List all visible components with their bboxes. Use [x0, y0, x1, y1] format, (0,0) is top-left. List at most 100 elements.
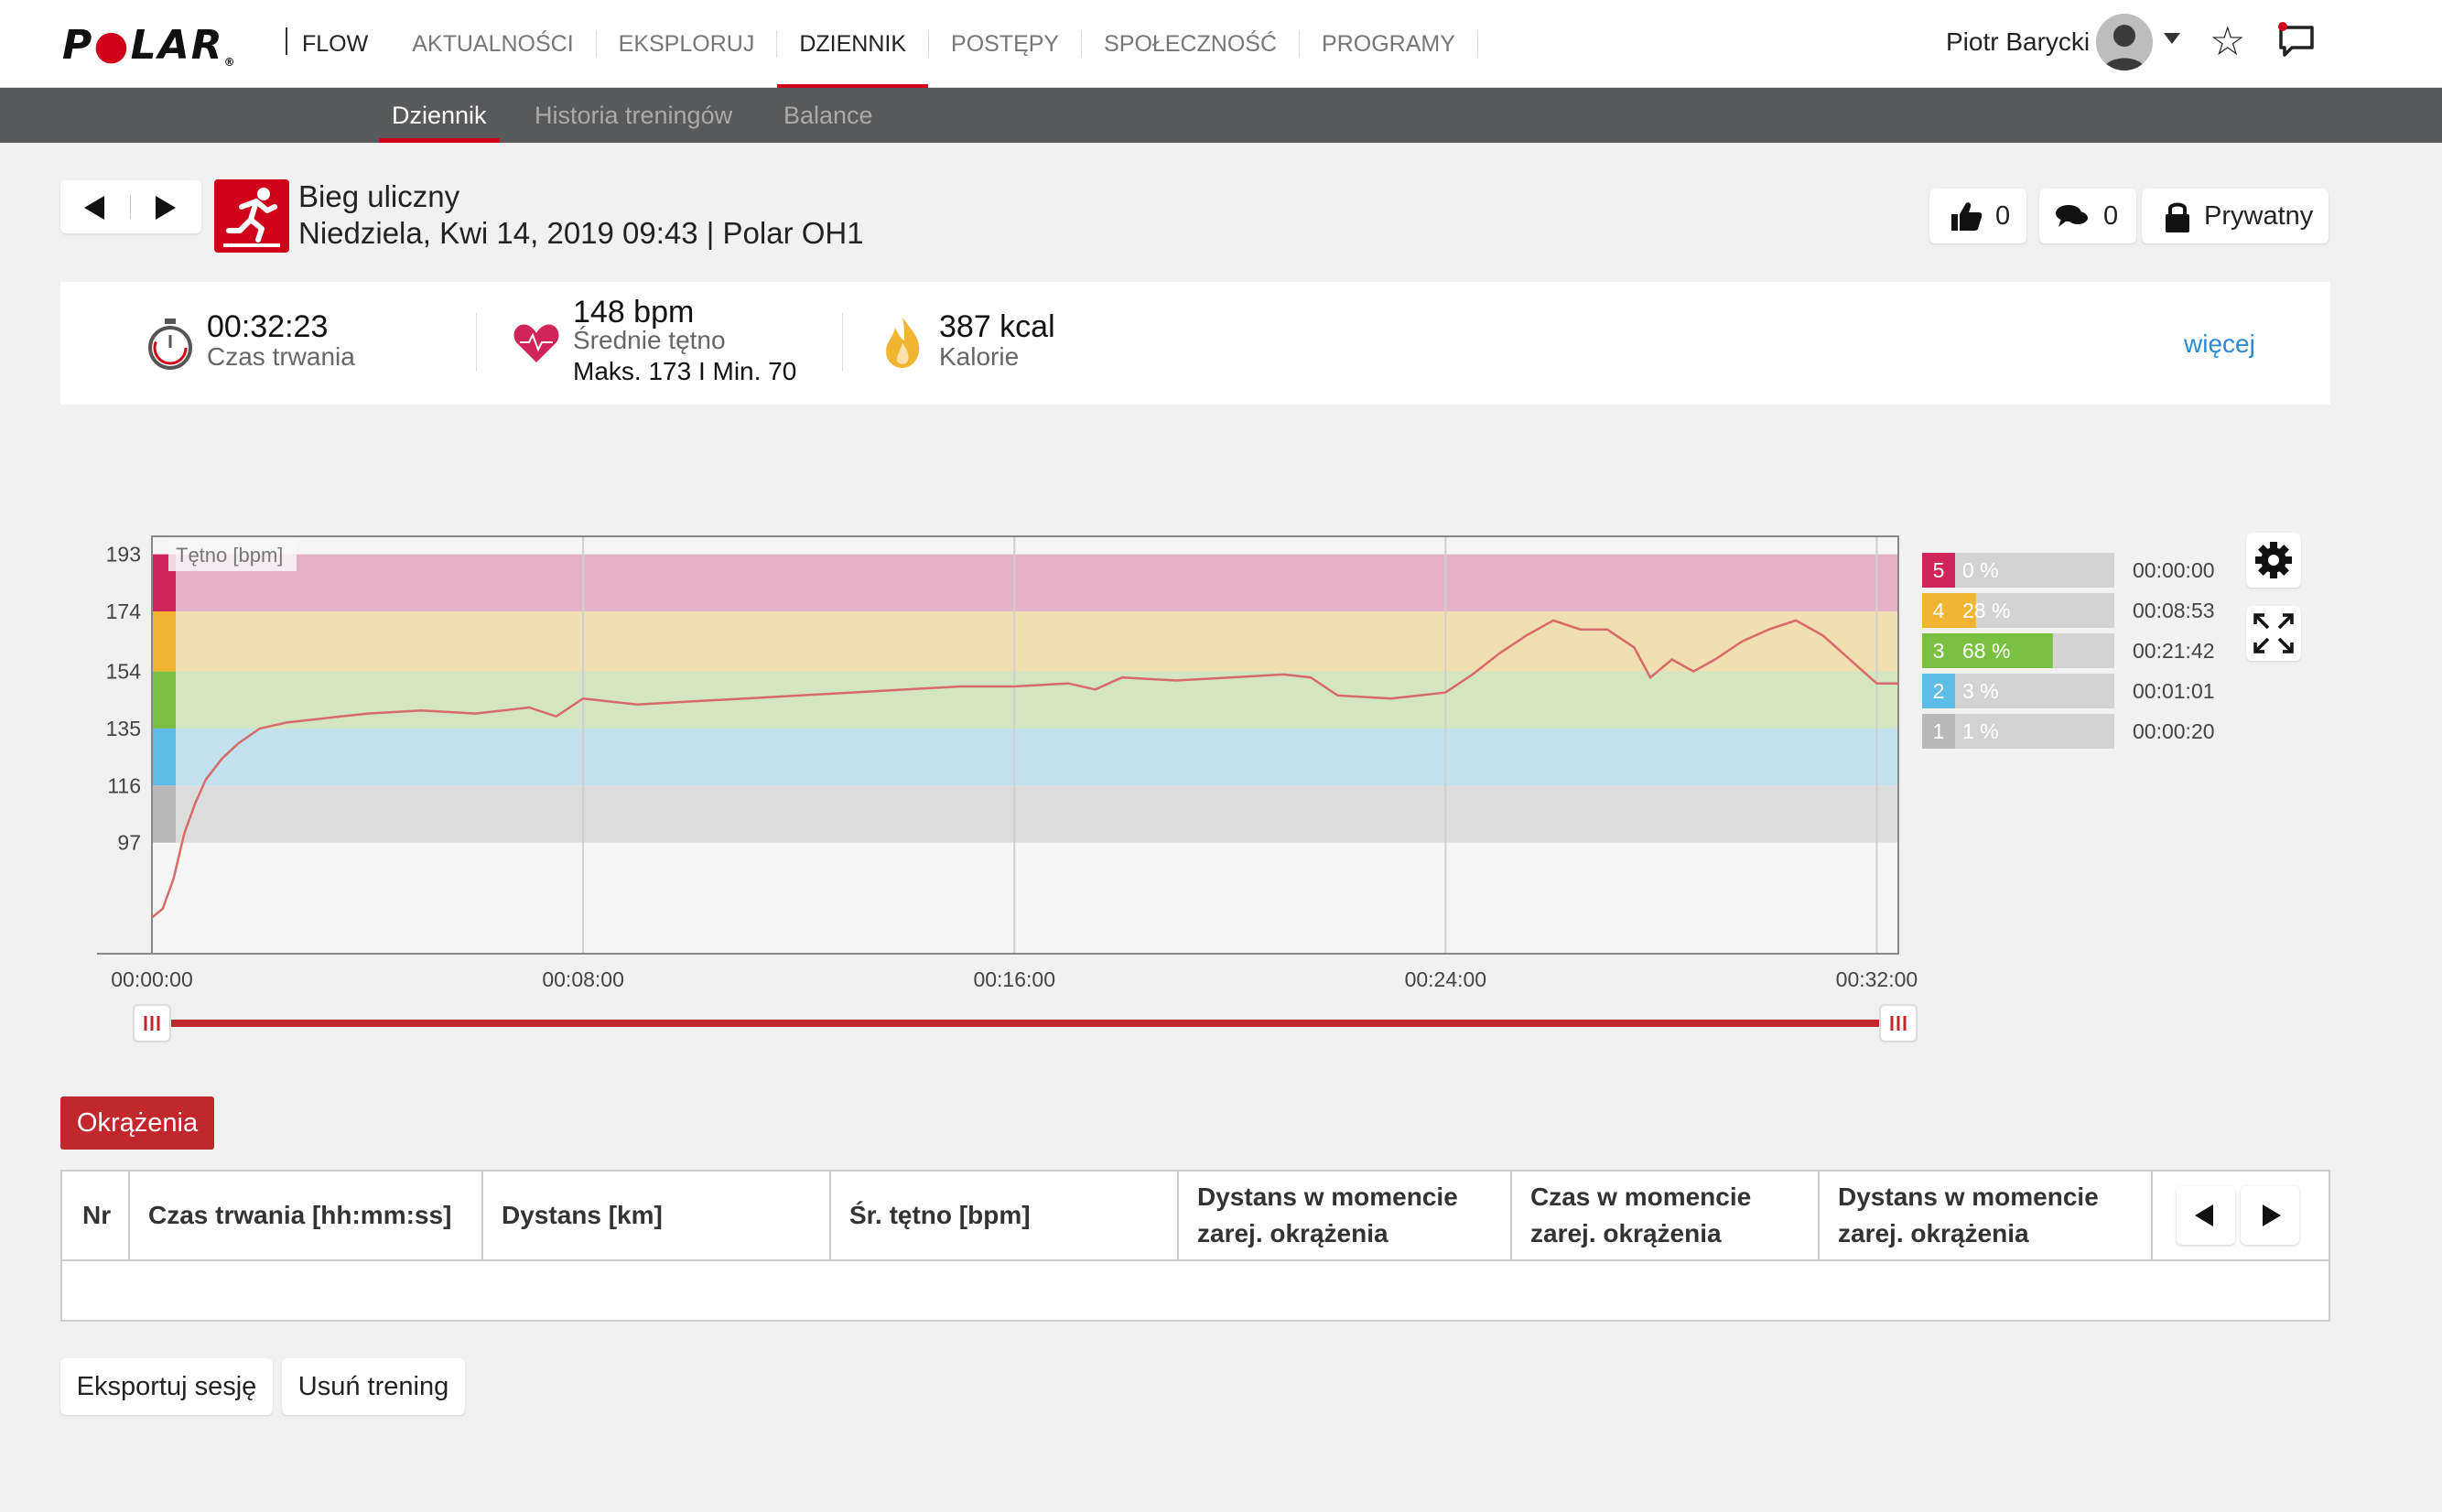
arrow-left-icon — [2195, 1204, 2213, 1226]
arrow-divider — [130, 195, 131, 219]
zone-stat-time: 00:21:42 — [2133, 639, 2215, 663]
columns-next-button[interactable] — [2241, 1186, 2299, 1245]
duration-value: 00:32:23 — [207, 309, 329, 344]
nav-postepy[interactable]: POSTĘPY — [929, 0, 1081, 88]
session-summary: 00:32:23 Czas trwania 148 bpm Średnie tę… — [60, 282, 2330, 405]
delete-training-button[interactable]: Usuń trening — [282, 1358, 465, 1415]
privacy-button[interactable]: Prywatny — [2142, 189, 2329, 243]
laps-table: Nr Czas trwania [hh:mm:ss] Dystans [km] … — [60, 1170, 2330, 1322]
main-nav: FLOW AKTUALNOŚCI EKSPLORUJ DZIENNIK POST… — [302, 0, 1478, 89]
zone-stat-time: 00:00:20 — [2133, 719, 2215, 743]
heart-rate-minmax: Maks. 173 I Min. 70 — [573, 357, 797, 385]
zone-stat-percent: 1 % — [1962, 719, 1999, 743]
nav-spolecznosc[interactable]: SPOŁECZNOŚĆ — [1082, 0, 1299, 88]
comments-icon — [2056, 205, 2088, 227]
zone-band-3 — [152, 671, 1898, 729]
nav-programy[interactable]: PROGRAMY — [1300, 0, 1477, 88]
logo-divider — [286, 27, 287, 55]
subnav-balance[interactable]: Balance — [783, 88, 873, 143]
user-menu-caret-icon[interactable] — [2164, 33, 2180, 44]
comment-button[interactable]: 0 — [2039, 189, 2136, 243]
column-header-nr[interactable]: Nr — [62, 1172, 130, 1259]
zone-marker-2 — [152, 728, 176, 786]
zone-band-2 — [152, 728, 1898, 786]
series-label: Tętno [bpm] — [176, 544, 283, 567]
nav-flow[interactable]: FLOW — [302, 0, 390, 88]
gear-icon — [2255, 542, 2292, 578]
user-name[interactable]: Piotr Barycki — [1946, 27, 2090, 57]
zone-band-5 — [152, 554, 1898, 612]
arrow-right-icon — [2263, 1204, 2281, 1226]
x-tick-label: 00:16:00 — [973, 967, 1055, 991]
zone-stat-number: 1 — [1933, 719, 1945, 743]
y-tick-label: 116 — [107, 773, 141, 797]
summary-divider — [842, 313, 843, 372]
zone-stat-time: 00:08:53 — [2133, 599, 2215, 622]
column-header-duration[interactable]: Czas trwania [hh:mm:ss] — [130, 1172, 483, 1259]
like-button[interactable]: 0 — [1929, 189, 2026, 243]
sport-name: Bieg uliczny — [298, 179, 460, 213]
y-tick-label: 135 — [106, 717, 141, 740]
calories-label: Kalorie — [939, 342, 1020, 371]
previous-session-icon[interactable] — [84, 196, 104, 220]
notifications-icon[interactable] — [2277, 22, 2316, 59]
avatar[interactable] — [2096, 14, 2153, 70]
calories-value: 387 kcal — [939, 309, 1055, 344]
column-header-lap-distance[interactable]: Dystans w momencie zarej. okrążenia — [1179, 1172, 1512, 1259]
nav-dziennik[interactable]: DZIENNIK — [777, 0, 928, 89]
comment-count: 0 — [2103, 200, 2119, 231]
flame-icon — [886, 317, 920, 368]
session-details: Niedziela, Kwi 14, 2019 09:43 | Polar OH… — [298, 216, 864, 250]
heart-rate-chart[interactable]: 193 174 154 135 116 97 00:00:00 00:08:00 00:16:… — [92, 513, 2380, 1062]
zone-stat-percent: 3 % — [1962, 679, 1999, 703]
x-tick-label: 00:00:00 — [111, 967, 193, 991]
laps-tab[interactable]: Okrążenia — [60, 1096, 214, 1150]
zone-stat-number: 2 — [1933, 679, 1945, 703]
session-navigation — [60, 180, 201, 233]
like-count: 0 — [1995, 200, 2011, 231]
column-header-distance[interactable]: Dystans [km] — [483, 1172, 831, 1259]
nav-aktualnosci[interactable]: AKTUALNOŚCI — [390, 0, 595, 88]
zone-stat-percent: 28 % — [1962, 599, 2010, 622]
columns-previous-button[interactable] — [2177, 1186, 2235, 1245]
user-avatar-icon — [2096, 14, 2153, 70]
y-tick-label: 154 — [106, 660, 142, 684]
zone-stat-percent: 0 % — [1962, 558, 1999, 582]
privacy-label: Prywatny — [2204, 200, 2314, 231]
column-header-lap-distance-2[interactable]: Dystans w momencie zarej. okrążenia — [1820, 1172, 2153, 1259]
chart-settings-button[interactable] — [2246, 533, 2301, 588]
zone-stat-percent: 68 % — [1962, 639, 2010, 663]
fullscreen-button[interactable] — [2246, 606, 2301, 661]
favorites-star-icon[interactable]: ☆ — [2210, 18, 2245, 65]
export-session-button[interactable]: Eksportuj sesję — [60, 1358, 273, 1415]
polar-logo[interactable]: P●LAR® — [62, 22, 237, 69]
duration-label: Czas trwania — [207, 342, 355, 371]
nav-divider — [1476, 30, 1478, 58]
thumbs-up-icon — [1951, 202, 1983, 231]
y-tick-label: 97 — [117, 831, 141, 855]
zone-stat-number: 4 — [1933, 599, 1945, 622]
x-tick-label: 00:24:00 — [1405, 967, 1487, 991]
x-tick-label: 00:08:00 — [542, 967, 624, 991]
column-header-lap-time[interactable]: Czas w momencie zarej. okrążenia — [1512, 1172, 1820, 1259]
subnav-dziennik[interactable]: Dziennik — [379, 88, 500, 143]
zone-marker-1 — [152, 785, 176, 843]
more-link[interactable]: więcej — [2184, 329, 2255, 359]
subnav-historia[interactable]: Historia treningów — [535, 88, 732, 143]
y-tick-label: 193 — [106, 543, 141, 567]
zone-band-4 — [152, 611, 1898, 672]
zone-stat-time: 00:01:01 — [2133, 679, 2215, 703]
table-divider — [62, 1259, 2329, 1261]
zone-stat-number: 3 — [1933, 639, 1945, 663]
summary-divider — [476, 313, 477, 372]
column-header-avg-hr[interactable]: Śr. tętno [bpm] — [831, 1172, 1179, 1259]
expand-icon — [2253, 613, 2294, 653]
x-tick-label: 00:32:00 — [1836, 967, 1918, 991]
heart-rate-label: Średnie tętno — [573, 326, 726, 354]
top-navigation-bar: P●LAR® FLOW AKTUALNOŚCI EKSPLORUJ DZIENN… — [0, 0, 2442, 89]
zone-marker-3 — [152, 671, 176, 729]
next-session-icon[interactable] — [156, 196, 176, 220]
nav-eksploruj[interactable]: EKSPLORUJ — [597, 0, 777, 88]
y-tick-label: 174 — [106, 599, 142, 623]
lock-icon — [2166, 202, 2189, 232]
